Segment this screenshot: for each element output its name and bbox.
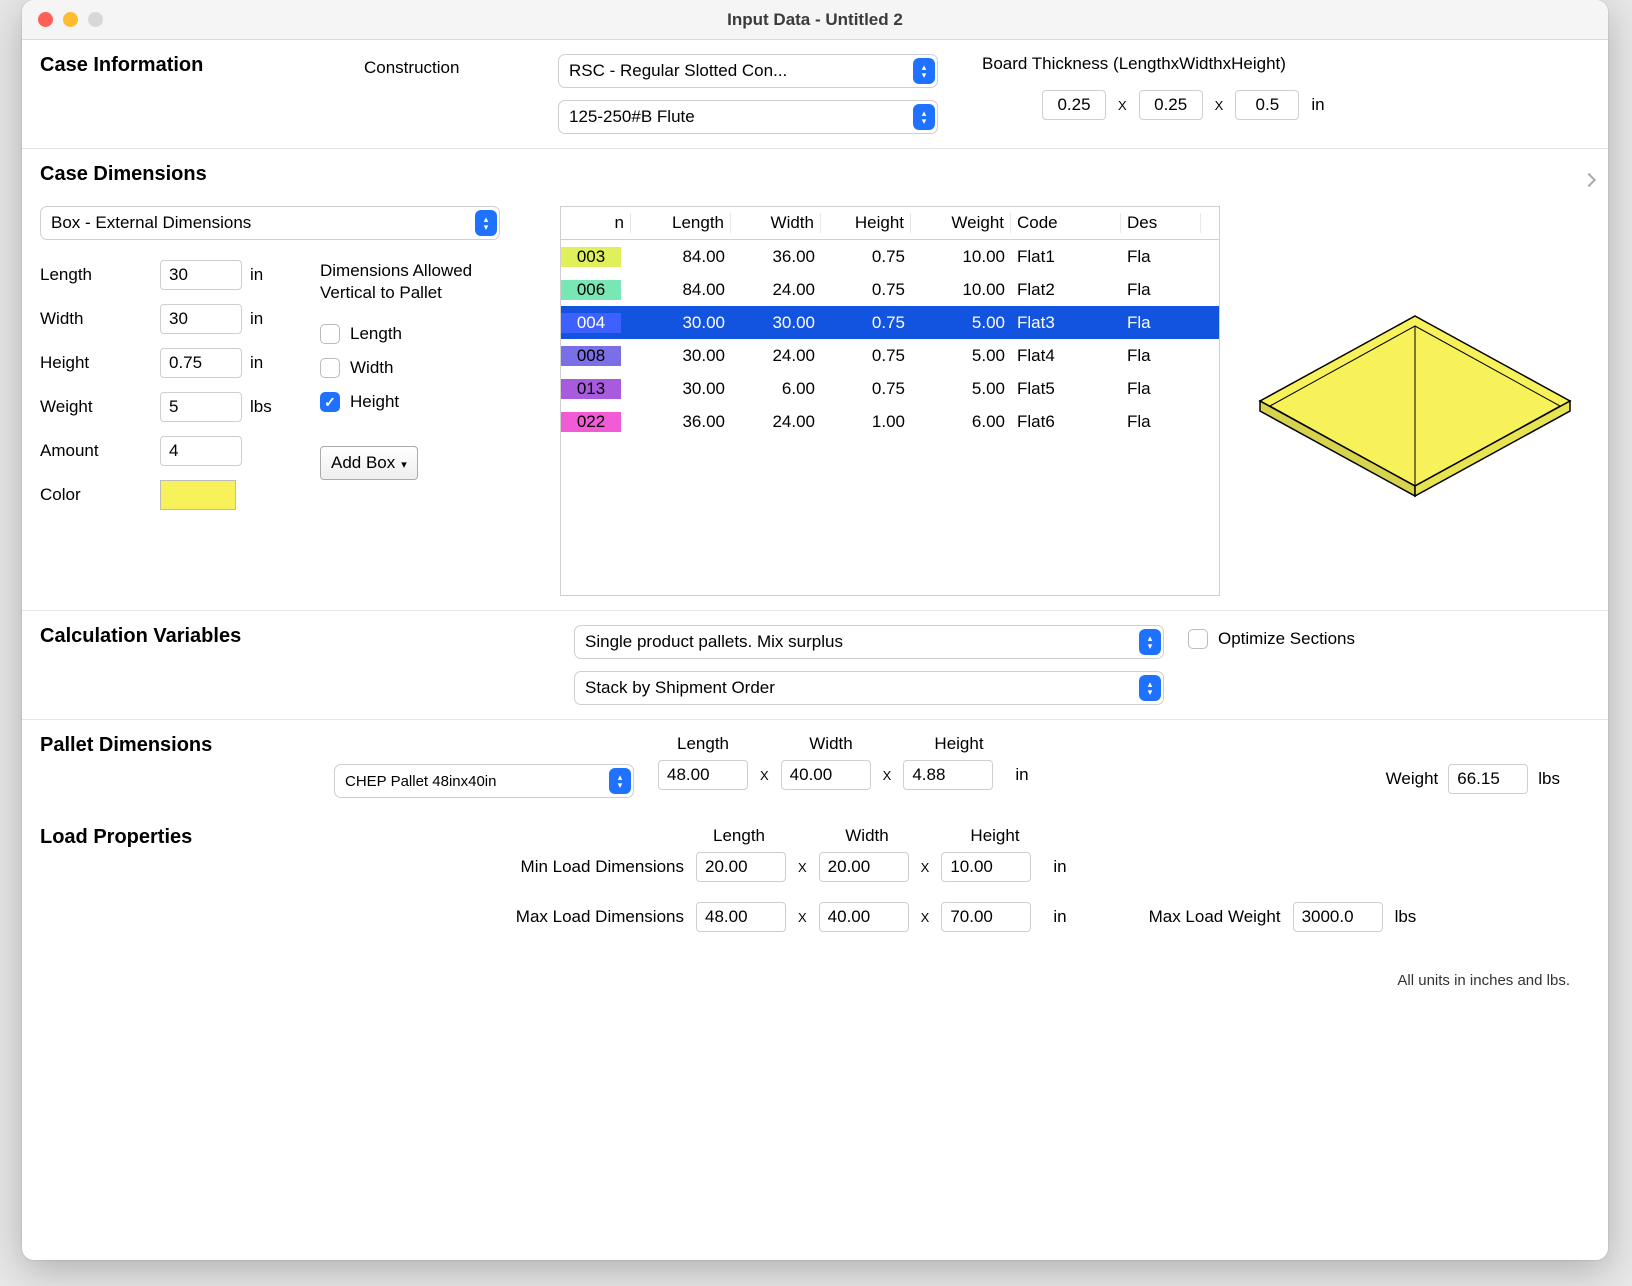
section-load-properties: Load Properties Length Width Height Min … xyxy=(22,812,1608,1003)
stack-mode-select[interactable]: Stack by Shipment Order xyxy=(574,671,1164,705)
weight-input[interactable] xyxy=(160,392,242,422)
input-data-window: Input Data - Untitled 2 Case Information… xyxy=(22,0,1608,1260)
thickness-width-input[interactable] xyxy=(1139,90,1203,120)
calc-mode-select[interactable]: Single product pallets. Mix surplus xyxy=(574,625,1164,659)
allow-height-checkbox[interactable] xyxy=(320,392,340,412)
box-table[interactable]: n Length Width Height Weight Code Des 00… xyxy=(560,206,1220,596)
min-load-width-input[interactable] xyxy=(819,852,909,882)
section-calculation-variables: Calculation Variables Single product pal… xyxy=(22,611,1608,720)
min-load-length-input[interactable] xyxy=(696,852,786,882)
section-case-dimensions: Case Dimensions Box - External Dimension… xyxy=(22,149,1608,611)
section-case-information: Case Information Construction RSC - Regu… xyxy=(22,40,1608,149)
construction-label: Construction xyxy=(364,54,534,78)
pallet-title: Pallet Dimensions xyxy=(40,734,310,757)
pallet-type-select[interactable]: CHEP Pallet 48inx40in xyxy=(334,764,634,798)
chevron-updown-icon xyxy=(609,768,631,794)
section-pallet-dimensions: Pallet Dimensions CHEP Pallet 48inx40in … xyxy=(22,720,1608,812)
chevron-updown-icon xyxy=(1139,675,1161,701)
flute-select[interactable]: 125-250#B Flute xyxy=(558,100,938,134)
allowed-vertical-label: Dimensions Allowed Vertical to Pallet xyxy=(320,260,490,304)
chevron-updown-icon xyxy=(913,58,935,84)
width-input[interactable] xyxy=(160,304,242,334)
thickness-length-input[interactable] xyxy=(1042,90,1106,120)
board-thickness-label: Board Thickness (LengthxWidthxHeight) xyxy=(982,54,1590,74)
max-load-weight-label: Max Load Weight xyxy=(1149,907,1281,927)
max-load-width-input[interactable] xyxy=(819,902,909,932)
table-header: n Length Width Height Weight Code Des xyxy=(561,207,1219,240)
color-swatch[interactable] xyxy=(160,480,236,510)
box-preview xyxy=(1250,306,1580,506)
add-box-button[interactable]: Add Box xyxy=(320,446,418,480)
calc-title: Calculation Variables xyxy=(40,625,550,648)
chevron-down-icon xyxy=(401,453,407,473)
allow-length-checkbox[interactable] xyxy=(320,324,340,344)
box-type-select[interactable]: Box - External Dimensions xyxy=(40,206,500,240)
max-load-length-input[interactable] xyxy=(696,902,786,932)
length-input[interactable] xyxy=(160,260,242,290)
pallet-height-input[interactable] xyxy=(903,760,993,790)
chevron-updown-icon xyxy=(1139,629,1161,655)
pallet-length-input[interactable] xyxy=(658,760,748,790)
construction-select[interactable]: RSC - Regular Slotted Con... xyxy=(558,54,938,88)
pallet-weight-input[interactable] xyxy=(1448,764,1528,794)
table-row[interactable]: 00684.0024.000.7510.00Flat2Fla xyxy=(561,273,1219,306)
table-row[interactable]: 00384.0036.000.7510.00Flat1Fla xyxy=(561,240,1219,273)
chevron-updown-icon xyxy=(475,210,497,236)
optimize-sections-checkbox[interactable] xyxy=(1188,629,1208,649)
min-load-label: Min Load Dimensions xyxy=(434,857,684,877)
chevron-updown-icon xyxy=(913,104,935,130)
allow-width-checkbox[interactable] xyxy=(320,358,340,378)
case-info-title: Case Information xyxy=(40,54,340,77)
window-title: Input Data - Untitled 2 xyxy=(22,10,1608,30)
max-load-height-input[interactable] xyxy=(941,902,1031,932)
table-row[interactable]: 00830.0024.000.755.00Flat4Fla xyxy=(561,339,1219,372)
thickness-height-input[interactable] xyxy=(1235,90,1299,120)
amount-input[interactable] xyxy=(160,436,242,466)
table-row[interactable]: 02236.0024.001.006.00Flat6Fla xyxy=(561,405,1219,438)
max-load-weight-input[interactable] xyxy=(1293,902,1383,932)
max-load-label: Max Load Dimensions xyxy=(434,907,684,927)
load-title: Load Properties xyxy=(40,826,410,849)
titlebar: Input Data - Untitled 2 xyxy=(22,0,1608,40)
height-input[interactable] xyxy=(160,348,242,378)
pallet-width-input[interactable] xyxy=(781,760,871,790)
table-row[interactable]: 00430.0030.000.755.00Flat3Fla xyxy=(561,306,1219,339)
units-note: All units in inches and lbs. xyxy=(40,932,1590,989)
min-load-height-input[interactable] xyxy=(941,852,1031,882)
table-row[interactable]: 01330.006.000.755.00Flat5Fla xyxy=(561,372,1219,405)
case-dim-title: Case Dimensions xyxy=(40,163,1590,186)
